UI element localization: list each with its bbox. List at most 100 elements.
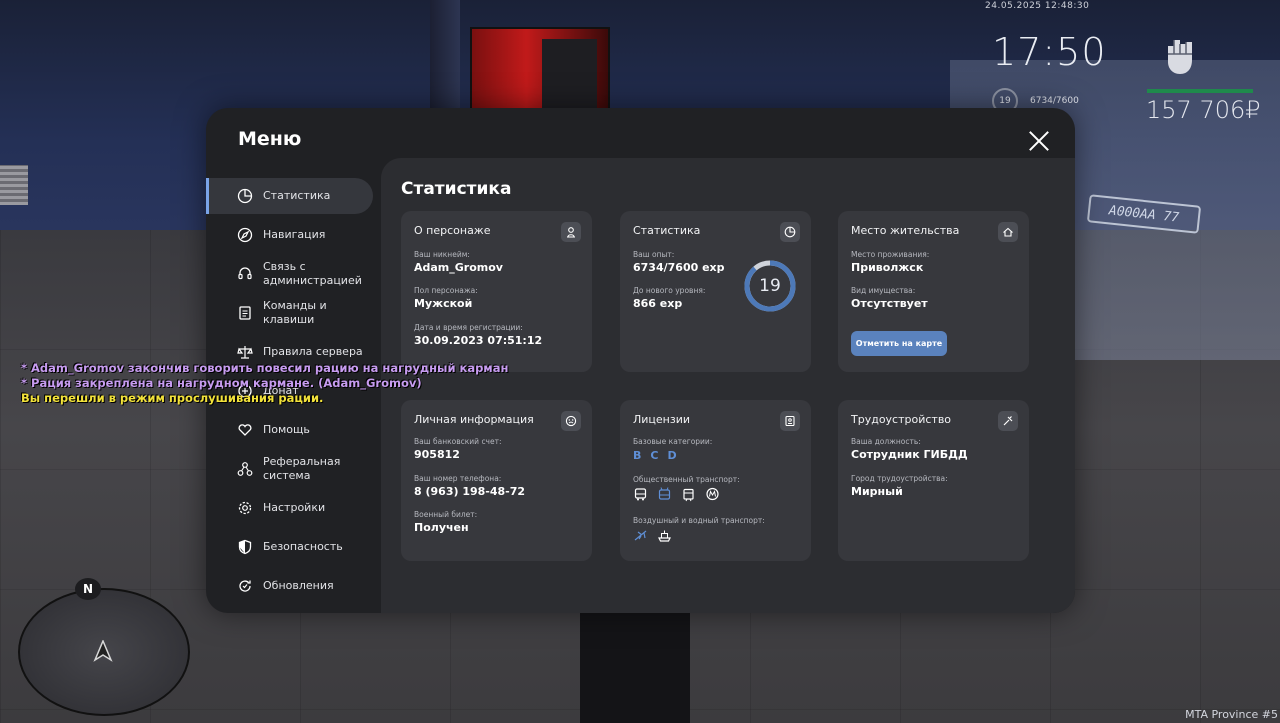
sidebar-item-referral[interactable]: Реферальная система [206,451,373,487]
compass-icon [237,227,253,243]
level-number: 19 [759,276,781,296]
pole [430,0,460,120]
sidebar-item-label: Статистика [263,189,331,202]
next-level-label: До нового уровня: [633,286,706,295]
bank-value: 905812 [414,448,460,461]
card-icon [561,222,581,242]
card-character: О персонаже Ваш никнейм: Adam_Gromov Пол… [401,211,592,372]
card-title: Место жительства [851,224,960,237]
user-icon [567,227,575,238]
bus-icon [634,488,647,501]
card-icon [998,411,1018,431]
gender-label: Пол персонажа: [414,286,478,295]
sidebar-item-label: Навигация [263,228,326,241]
card-icon [780,411,800,431]
sidebar-item-label: Безопасность [263,540,343,553]
tools-icon [1003,416,1013,426]
fist-icon [1168,40,1192,74]
military-label: Военный билет: [414,510,478,519]
headset-icon [238,267,252,280]
nickname-value: Adam_Gromov [414,261,503,274]
sidebar-item-statistics[interactable]: Статистика [206,178,373,214]
heart-hand-icon [238,424,252,436]
card-title: О персонаже [414,224,491,237]
registration-label: Дата и время регистрации: [414,323,523,332]
air-water-transport-icons [633,528,672,543]
hud-money: 157 706₽ [1146,96,1261,124]
section-title: Статистика [401,179,512,199]
exp-value: 6734/7600 exp [633,261,725,274]
card-icon [998,222,1018,242]
chat-line: Вы перешли в режим прослушивания рации. [21,391,324,405]
sidebar-item-label: Правила сервера [263,345,363,358]
card-title: Лицензии [633,413,691,426]
property-label: Вид имущества: [851,286,916,295]
tram-icon [683,488,694,502]
sidebar-item-commands[interactable]: Команды и клавиши [206,295,373,331]
license-icon [785,415,795,427]
position-value: Сотрудник ГИБДД [851,448,968,461]
metro-icon [706,487,719,501]
sidebar-item-label: Помощь [263,423,310,436]
base-categories-label: Базовые категории: [633,437,713,446]
scales-icon [237,346,253,359]
sidebar-item-security[interactable]: Безопасность [206,529,373,565]
card-personal: Личная информация Ваш банковский счет: 9… [401,400,592,561]
vending-machine [470,27,610,121]
face-icon [565,415,577,427]
card-icon [561,411,581,431]
card-residence: Место жительства Место проживания: Приво… [838,211,1029,372]
sidebar-item-navigation[interactable]: Навигация [206,217,373,253]
airplane-icon [634,530,647,541]
boat-icon [658,530,671,542]
card-title: Трудоустройство [851,413,952,426]
job-city-value: Мирный [851,485,903,498]
chat-line: * Adam_Gromov закончив говорить повесил … [21,361,509,375]
registration-value: 30.09.2023 07:51:12 [414,334,543,347]
server-name: MTA Province #5 [1185,708,1278,721]
hud-clock: 17:50 [992,30,1107,74]
gear-icon [238,501,252,515]
chat-line: * Рация закреплена на нагрудном кармане.… [21,376,422,390]
sidebar-item-help[interactable]: Помощь [206,412,373,448]
player-arrow-icon [93,640,113,662]
hud-datetime: 24.05.2025 12:48:30 [985,1,1090,11]
referral-icon [237,462,253,476]
position-label: Ваша должность: [851,437,921,446]
card-title: Личная информация [414,413,534,426]
sidebar-item-updates[interactable]: Обновления [206,568,373,604]
military-value: Получен [414,521,469,534]
card-title: Статистика [633,224,701,237]
player-legs [580,610,690,723]
vent [0,165,28,205]
card-icon [780,222,800,242]
gender-value: Мужской [414,297,473,310]
close-button[interactable] [1028,130,1050,152]
license-categories: B C D [633,449,677,462]
public-transport-icons [633,487,720,502]
refresh-icon [239,580,251,592]
exp-label: Ваш опыт: [633,250,675,259]
trolleybus-icon [658,487,671,500]
mark-on-map-button[interactable]: Отметить на карте [851,331,947,356]
air-water-transport-label: Воздушный и водный транспорт: [633,516,765,525]
sidebar-item-contact-admin[interactable]: Связь с администрацией [206,256,373,292]
phone-label: Ваш номер телефона: [414,474,502,483]
chat-log: * Adam_Gromov закончив говорить повесил … [21,361,508,406]
bank-label: Ваш банковский счет: [414,437,502,446]
card-stats: Статистика Ваш опыт: 6734/7600 exp До но… [620,211,811,372]
card-job: Трудоустройство Ваша должность: Сотрудни… [838,400,1029,561]
sidebar-item-label: Команды и клавиши [263,299,327,326]
sidebar-item-label: Реферальная система [263,455,341,482]
shield-icon [238,539,252,555]
sidebar-item-settings[interactable]: Настройки [206,490,373,526]
pie-chart-icon [784,226,796,238]
nickname-label: Ваш никнейм: [414,250,470,259]
place-value: Приволжск [851,261,924,274]
sidebar-item-label: Связь с администрацией [263,260,362,287]
category-c: C [650,449,659,462]
phone-value: 8 (963) 198-48-72 [414,485,526,498]
category-b: B [633,449,642,462]
home-icon [1003,227,1013,237]
sidebar-item-label: Обновления [263,579,334,592]
